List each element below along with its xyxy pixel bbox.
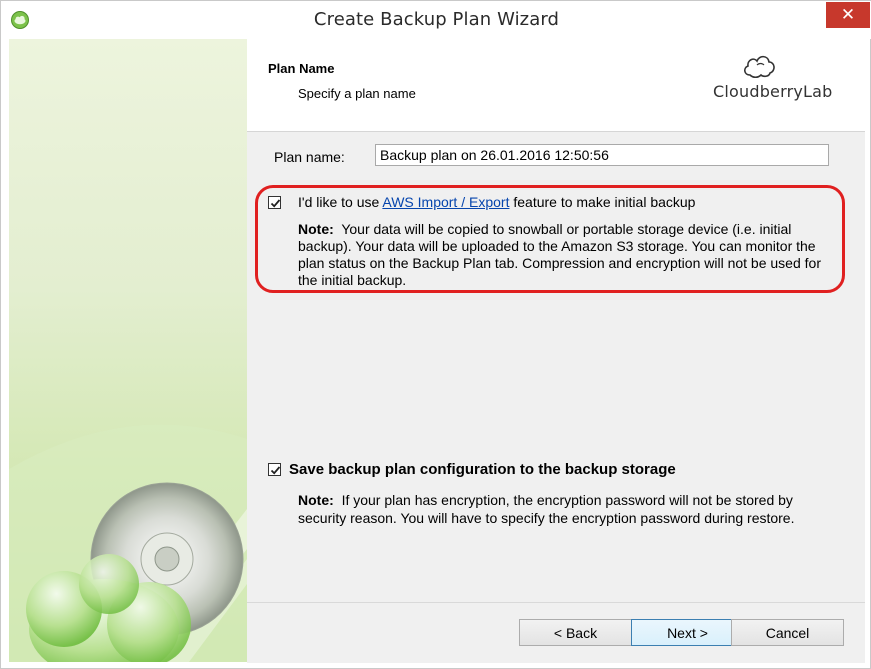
plan-name-input[interactable]: Backup plan on 26.01.2016 12:50:56 bbox=[375, 144, 829, 166]
wizard-content: Plan name: Backup plan on 26.01.2016 12:… bbox=[247, 132, 865, 602]
aws-import-text-after: feature to make initial backup bbox=[509, 194, 696, 210]
cancel-button[interactable]: Cancel bbox=[731, 619, 844, 646]
close-button[interactable]: ✕ bbox=[826, 2, 870, 28]
plan-name-label: Plan name: bbox=[274, 149, 345, 165]
wizard-side-banner bbox=[9, 39, 247, 662]
save-config-checkbox[interactable] bbox=[268, 463, 281, 476]
aws-note-text: Your data will be copied to snowball or … bbox=[298, 221, 821, 288]
checkmark-icon bbox=[270, 466, 281, 475]
title-bar: Create Backup Plan Wizard ✕ bbox=[1, 1, 871, 39]
aws-import-checkbox[interactable] bbox=[268, 196, 281, 209]
aws-import-text-before: I'd like to use bbox=[298, 194, 383, 210]
cloudberry-logo-text: CloudberryLab bbox=[713, 82, 833, 101]
page-subtitle: Specify a plan name bbox=[298, 86, 416, 101]
wizard-window: Create Backup Plan Wizard ✕ Plan Name Sp… bbox=[0, 0, 871, 669]
window-title: Create Backup Plan Wizard bbox=[313, 9, 560, 30]
cloudberry-logo-icon bbox=[741, 51, 777, 79]
close-icon: ✕ bbox=[840, 5, 856, 25]
next-button[interactable]: Next > bbox=[631, 619, 744, 646]
save-note-text: If your plan has encryption, the encrypt… bbox=[298, 492, 795, 526]
wizard-footer: < Back Next > Cancel bbox=[247, 602, 865, 663]
aws-note-label: Note: bbox=[298, 221, 334, 237]
aws-import-note: Note: Your data will be copied to snowba… bbox=[298, 221, 843, 289]
save-note-label: Note: bbox=[298, 492, 334, 508]
wizard-header: Plan Name Specify a plan name Cloudberry… bbox=[247, 39, 865, 132]
back-button[interactable]: < Back bbox=[519, 619, 632, 646]
page-title: Plan Name bbox=[268, 61, 335, 76]
checkmark-icon bbox=[270, 199, 281, 208]
save-config-note: Note: If your plan has encryption, the e… bbox=[298, 491, 843, 527]
aws-import-label: I'd like to use AWS Import / Export feat… bbox=[298, 194, 695, 210]
aws-import-export-link[interactable]: AWS Import / Export bbox=[382, 194, 509, 210]
save-config-label: Save backup plan configuration to the ba… bbox=[289, 461, 676, 478]
